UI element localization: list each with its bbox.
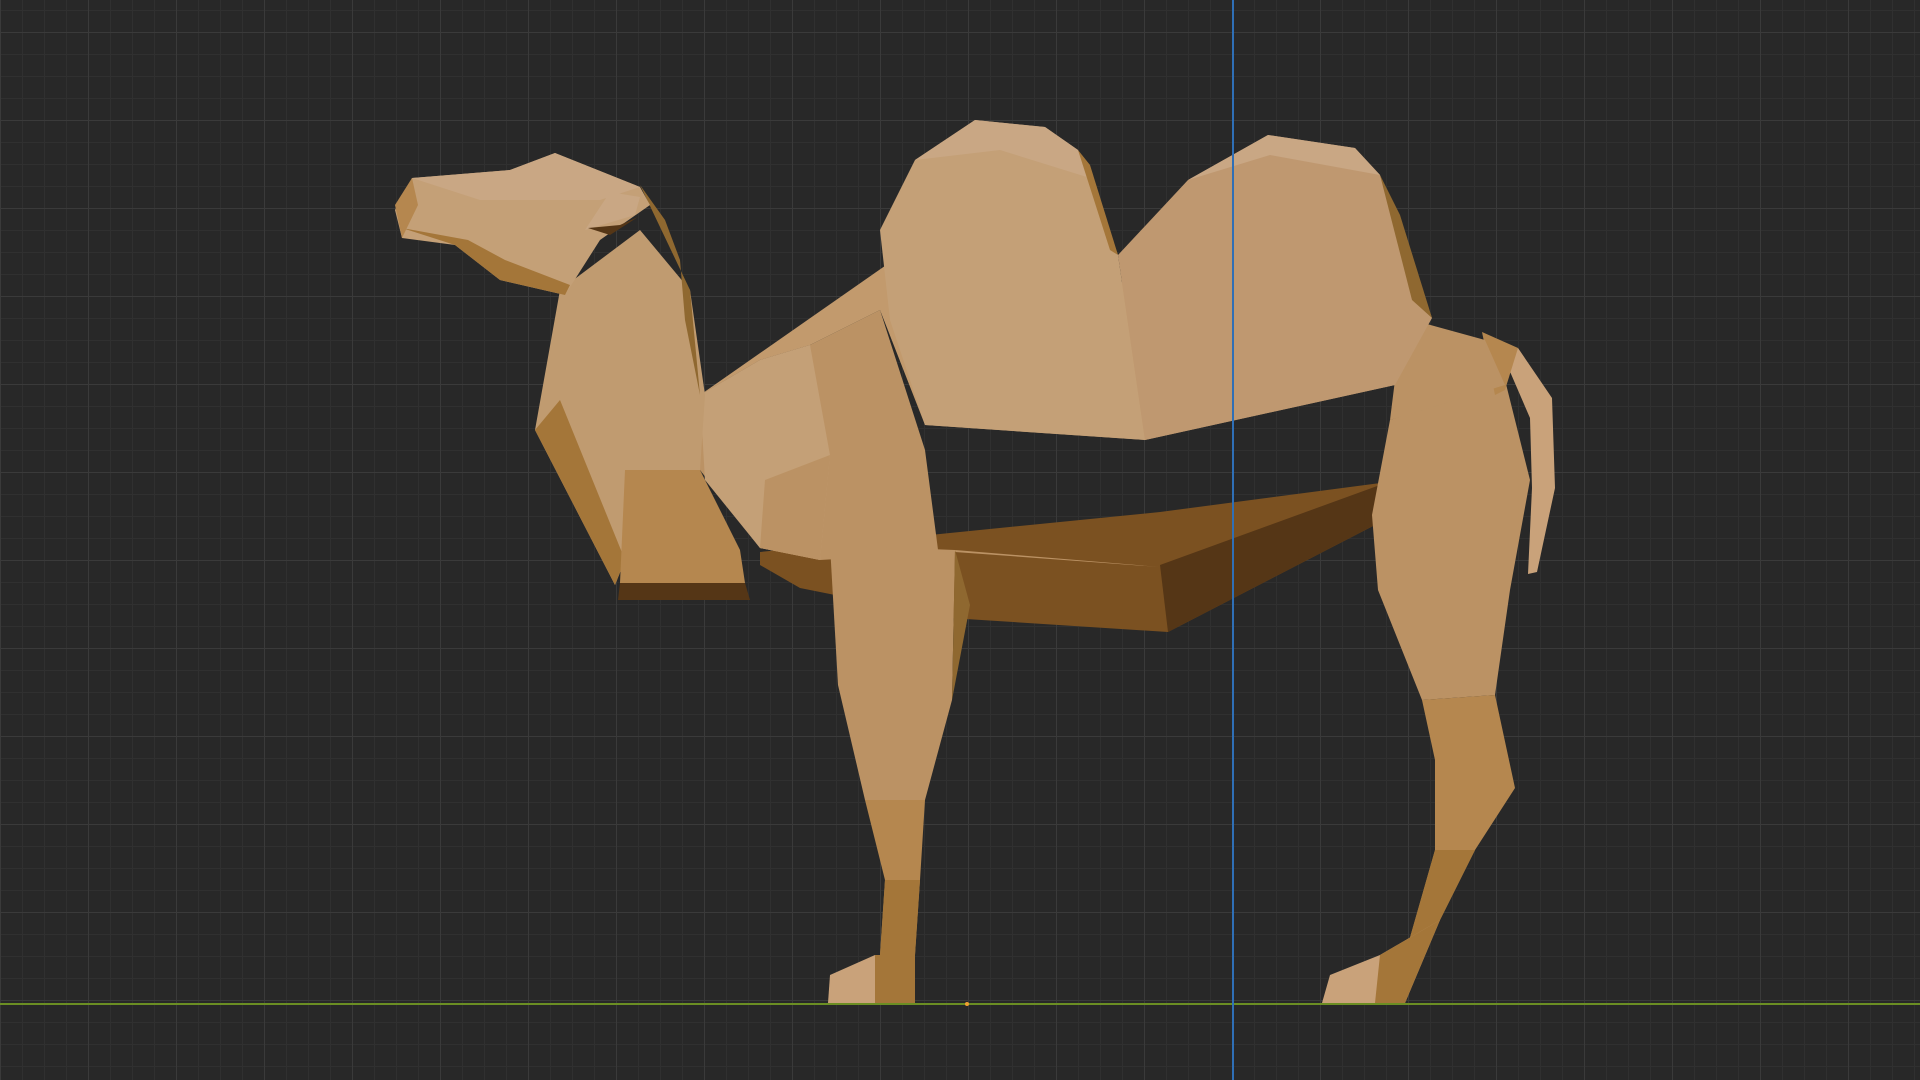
chest-shadow [618, 583, 750, 600]
rear-hump [1118, 135, 1432, 440]
front-leg-shin [880, 880, 920, 955]
front-leg-upper [830, 545, 955, 800]
rear-hoof-side [1375, 920, 1440, 1003]
camel-mesh[interactable] [0, 0, 1920, 1080]
front-hoof-side [875, 955, 915, 1003]
front-hump [880, 120, 1145, 440]
rear-leg-upper [1372, 380, 1530, 700]
3d-viewport[interactable] [0, 0, 1920, 1080]
z-axis-line [1232, 0, 1234, 1080]
x-axis-line [0, 1003, 1920, 1005]
origin-point [965, 1002, 969, 1006]
